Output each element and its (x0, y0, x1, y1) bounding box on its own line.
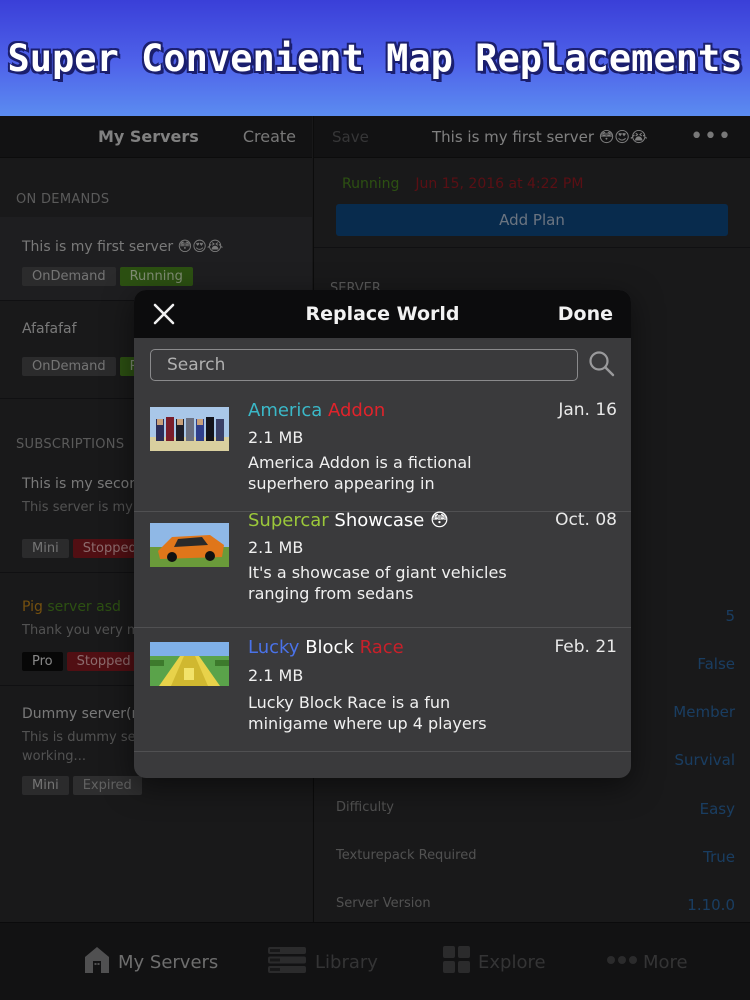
replace-world-modal: Replace World Done Search America Addon … (134, 290, 631, 778)
world-name-part: Showcase 😳 (334, 510, 449, 531)
banner-title: Super Convenient Map Replacements (7, 36, 743, 80)
world-size: 2.1 MB (248, 538, 304, 557)
world-thumbnail (150, 642, 229, 686)
search-input[interactable]: Search (150, 349, 578, 381)
world-name: Supercar Showcase 😳 (248, 510, 449, 531)
world-date: Jan. 16 (558, 400, 617, 420)
world-name-part: Block (305, 637, 354, 658)
world-description: Lucky Block Race is a fun minigame where… (248, 693, 487, 733)
world-name: Lucky Block Race (248, 637, 404, 658)
search-bar: Search (150, 349, 616, 381)
done-button[interactable]: Done (558, 303, 613, 325)
world-name-part: Supercar (248, 510, 329, 531)
world-name: America Addon (248, 400, 385, 421)
world-list-item[interactable]: Supercar Showcase 😳 Oct. 08 2.1 MB It's … (134, 502, 631, 628)
modal-title: Replace World (305, 303, 460, 325)
search-icon[interactable] (588, 350, 616, 378)
world-thumbnail (150, 523, 229, 567)
world-list-item[interactable]: Lucky Block Race Feb. 21 2.1 MB Lucky Bl… (134, 628, 631, 752)
world-description: It's a showcase of giant vehicles rangin… (248, 563, 507, 603)
world-thumbnail (150, 407, 229, 451)
world-name-part: Addon (327, 400, 386, 421)
world-size: 2.1 MB (248, 666, 304, 685)
world-name-part: America (248, 400, 323, 421)
modal-header: Replace World Done (134, 290, 631, 338)
world-list-item[interactable]: America Addon Jan. 16 2.1 MB America Add… (134, 388, 631, 512)
world-description: America Addon is a fictional superhero a… (248, 453, 472, 493)
world-date: Feb. 21 (554, 637, 617, 657)
promo-banner: Super Convenient Map Replacements (0, 0, 750, 116)
world-name-part: Lucky (248, 637, 300, 658)
world-date: Oct. 08 (555, 510, 617, 530)
world-name-part: Race (359, 637, 404, 658)
search-placeholder: Search (167, 355, 226, 375)
world-size: 2.1 MB (248, 428, 304, 447)
